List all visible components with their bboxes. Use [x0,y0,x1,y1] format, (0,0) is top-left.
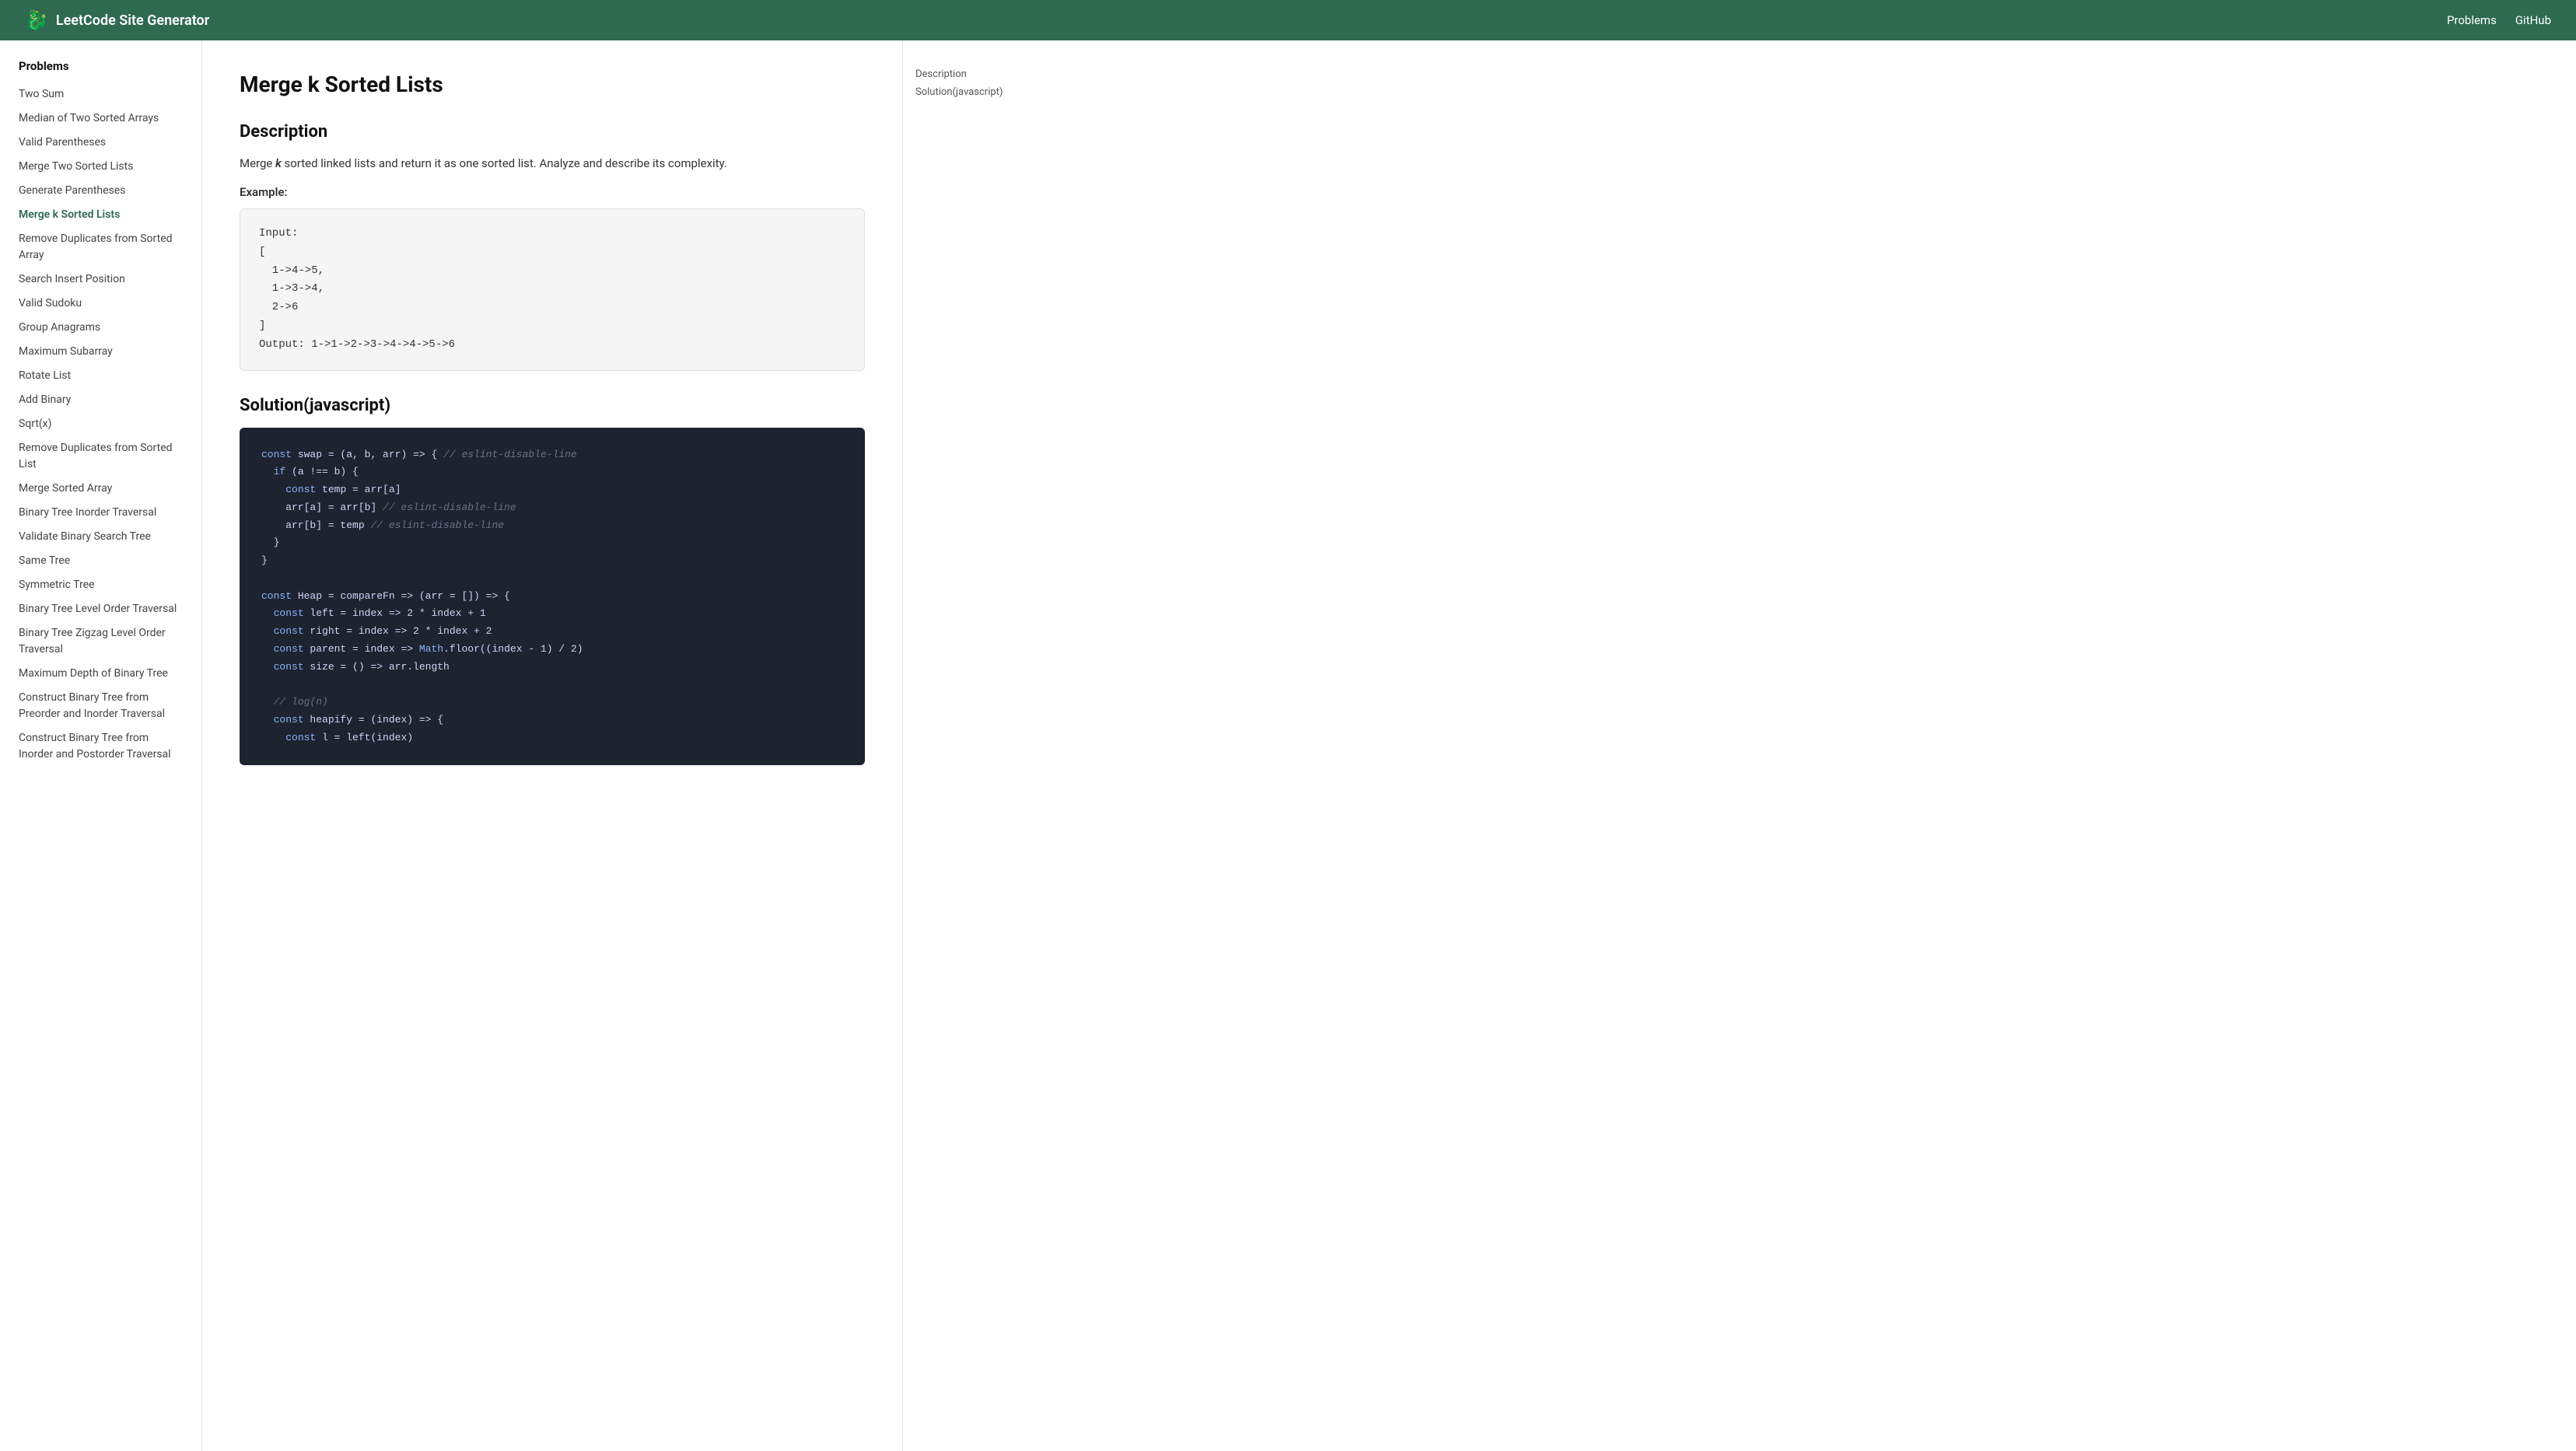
toc-item-0[interactable]: Description [915,65,1045,83]
solution-title: Solution(javascript) [240,396,865,415]
sidebar-item-8[interactable]: Valid Sudoku [0,292,201,316]
brand-name: LeetCode Site Generator [56,12,209,29]
description-text: Merge k sorted linked lists and return i… [240,154,865,173]
sidebar-item-0[interactable]: Two Sum [0,82,201,107]
sidebar-item-19[interactable]: Symmetric Tree [0,573,201,597]
nav-problems[interactable]: Problems [2447,13,2497,27]
italic-k: k [275,156,282,170]
sidebar: Problems Two SumMedian of Two Sorted Arr… [0,40,202,1451]
description-title: Description [240,122,865,142]
brand-icon: 🐉 [25,9,48,31]
header-nav: Problems GitHub [2447,13,2551,27]
toc-items-container: DescriptionSolution(javascript) [915,65,1045,101]
sidebar-item-7[interactable]: Search Insert Position [0,267,201,292]
sidebar-item-23[interactable]: Construct Binary Tree from Preorder and … [0,686,201,726]
sidebar-item-14[interactable]: Remove Duplicates from Sorted List [0,436,201,477]
nav-github[interactable]: GitHub [2515,13,2551,27]
sidebar-item-12[interactable]: Add Binary [0,388,201,412]
sidebar-item-6[interactable]: Remove Duplicates from Sorted Array [0,227,201,267]
sidebar-items-container: Two SumMedian of Two Sorted ArraysValid … [0,82,201,767]
brand: 🐉 LeetCode Site Generator [25,9,209,31]
toc-item-1[interactable]: Solution(javascript) [915,83,1045,101]
main-content: Merge k Sorted Lists Description Merge k… [202,40,902,1451]
site-header: 🐉 LeetCode Site Generator Problems GitHu… [0,0,2576,40]
sidebar-item-9[interactable]: Group Anagrams [0,316,201,340]
sidebar-item-24[interactable]: Construct Binary Tree from Inorder and P… [0,726,201,767]
sidebar-item-22[interactable]: Maximum Depth of Binary Tree [0,662,201,686]
description-section: Description Merge k sorted linked lists … [240,122,865,371]
solution-section: Solution(javascript) const swap = (a, b,… [240,396,865,766]
sidebar-item-20[interactable]: Binary Tree Level Order Traversal [0,597,201,621]
example-label: Example: [240,185,865,199]
table-of-contents: DescriptionSolution(javascript) [902,40,1058,1451]
sidebar-item-4[interactable]: Generate Parentheses [0,179,201,203]
example-code-block: Input: [ 1->4->5, 1->3->4, 2->6 ] Output… [240,208,865,371]
page-layout: Problems Two SumMedian of Two Sorted Arr… [0,40,2576,1451]
sidebar-item-21[interactable]: Binary Tree Zigzag Level Order Traversal [0,621,201,662]
sidebar-item-10[interactable]: Maximum Subarray [0,340,201,364]
sidebar-item-3[interactable]: Merge Two Sorted Lists [0,155,201,179]
sidebar-item-5[interactable]: Merge k Sorted Lists [0,203,201,227]
sidebar-item-13[interactable]: Sqrt(x) [0,412,201,436]
sidebar-item-2[interactable]: Valid Parentheses [0,131,201,155]
sidebar-item-1[interactable]: Median of Two Sorted Arrays [0,107,201,131]
sidebar-item-11[interactable]: Rotate List [0,364,201,388]
sidebar-item-15[interactable]: Merge Sorted Array [0,477,201,501]
sidebar-item-16[interactable]: Binary Tree Inorder Traversal [0,501,201,525]
sidebar-item-17[interactable]: Validate Binary Search Tree [0,525,201,549]
sidebar-item-18[interactable]: Same Tree [0,549,201,573]
solution-code-block: const swap = (a, b, arr) => { // eslint-… [240,428,865,766]
page-title: Merge k Sorted Lists [240,72,865,97]
sidebar-title: Problems [0,59,201,82]
